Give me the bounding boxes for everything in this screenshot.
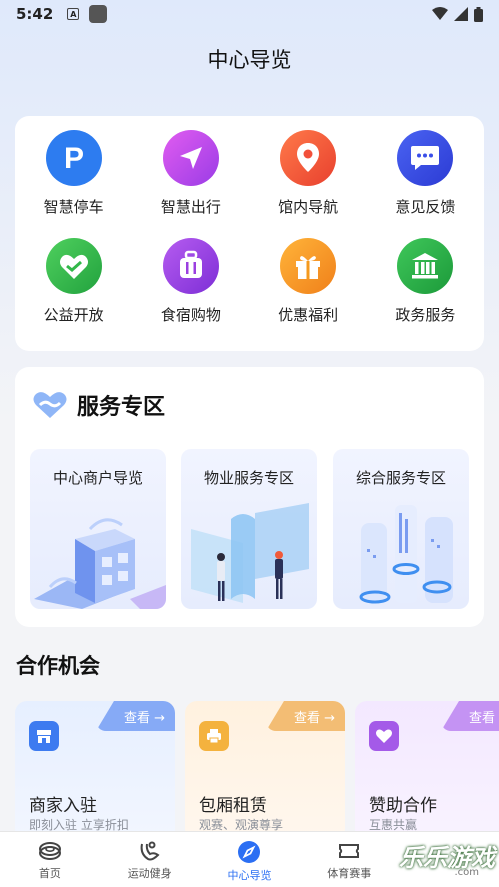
battery-icon: [474, 6, 483, 22]
quick-item-parking[interactable]: P 智慧停车: [15, 130, 132, 238]
tab-label: 体育赛事: [327, 867, 372, 880]
compass-icon: [238, 841, 261, 863]
quick-item-label: 馆内导航: [278, 198, 339, 216]
tab-label: 首页: [38, 867, 61, 880]
quick-item-label: 食宿购物: [160, 306, 221, 324]
tab-fitness[interactable]: 运动健身: [100, 832, 200, 887]
service-zone-card: 服务专区 中心商户导览 物业服务专区 综合服务专区: [15, 367, 484, 627]
heart-handshake-icon: [369, 721, 399, 751]
home-icon: [38, 842, 61, 860]
watermark-sub: .com: [454, 867, 479, 878]
location-pin-icon: [280, 130, 337, 186]
zone-merchant-guide[interactable]: 中心商户导览: [30, 449, 166, 609]
quick-item-government[interactable]: 政务服务: [367, 238, 484, 346]
parking-icon: P: [45, 130, 102, 186]
chat-bubble-icon: [397, 130, 454, 186]
coop-name: 商家入驻: [29, 796, 97, 816]
store-icon: [29, 721, 59, 751]
coop-name: 包厢租赁: [199, 796, 267, 816]
zone-comprehensive-service[interactable]: 综合服务专区: [333, 449, 469, 609]
fitness-icon: [140, 841, 160, 861]
quick-item-shopping[interactable]: 食宿购物: [132, 238, 249, 346]
handshake-heart-icon: [33, 392, 67, 418]
coop-name: 赞助合作: [369, 796, 437, 816]
coop-card-box-rental[interactable]: 查看 → 包厢租赁 观赛、观演尊享: [185, 701, 345, 841]
heart-hands-icon: [45, 238, 102, 294]
quick-item-charity[interactable]: 公益开放: [15, 238, 132, 346]
status-time: 5:42: [16, 5, 54, 23]
view-button[interactable]: 查看 →: [95, 701, 175, 731]
ticket-icon: [339, 844, 360, 858]
svg-text:P: P: [64, 142, 84, 175]
coop-card-sponsorship[interactable]: 查看 赞助合作 互惠共赢: [355, 701, 499, 841]
quick-item-label: 政务服务: [395, 306, 456, 324]
quick-item-welfare[interactable]: 优惠福利: [250, 238, 367, 346]
luggage-icon: [162, 238, 219, 294]
navigation-arrow-icon: [162, 130, 219, 186]
zone-property-service[interactable]: 物业服务专区: [181, 449, 317, 609]
quick-item-label: 智慧出行: [160, 198, 221, 216]
wifi-icon: [432, 7, 448, 20]
printer-icon: [199, 721, 229, 751]
zone-label: 综合服务专区: [355, 469, 446, 487]
view-button[interactable]: 查看: [440, 701, 499, 731]
zone-label: 中心商户导览: [52, 469, 143, 487]
service-zone-header: 服务专区: [31, 389, 165, 421]
view-button[interactable]: 查看 →: [265, 701, 345, 731]
coop-card-merchant[interactable]: 查看 → 商家入驻 即刻入驻 立享折扣: [15, 701, 175, 841]
service-zone-title: 服务专区: [77, 395, 166, 420]
building-illustration: [34, 518, 166, 609]
app-square-icon: [89, 5, 108, 23]
tab-home[interactable]: 首页: [0, 832, 100, 887]
quick-item-label: 公益开放: [43, 306, 104, 324]
government-building-icon: [397, 238, 454, 294]
cooperation-title: 合作机会: [16, 654, 100, 678]
gift-icon: [280, 238, 337, 294]
people-screens-illustration: [191, 503, 309, 603]
watermark-logo: 乐乐游戏: [399, 844, 495, 872]
quick-item-feedback[interactable]: 意见反馈: [367, 130, 484, 238]
page-title: 中心导览: [207, 48, 292, 72]
quick-item-label: 意见反馈: [395, 198, 456, 216]
status-bar: 5:42 A: [0, 0, 499, 28]
a-icon: A: [67, 8, 80, 20]
tab-center-guide[interactable]: 中心导览: [200, 832, 300, 887]
tab-label: 中心导览: [227, 869, 272, 882]
quick-menu-card: P 智慧停车 智慧出行 馆内导航 意见反馈 公益开放 食宿购物 优惠福利 政务服…: [15, 116, 484, 351]
quick-item-label: 优惠福利: [278, 306, 339, 324]
city-towers-illustration: [359, 505, 453, 604]
quick-item-label: 智慧停车: [43, 198, 104, 216]
tab-sports-events[interactable]: 体育赛事: [299, 832, 399, 887]
zone-label: 物业服务专区: [203, 469, 294, 487]
signal-icon: [454, 7, 468, 21]
quick-item-travel[interactable]: 智慧出行: [132, 130, 249, 238]
tab-label: 运动健身: [127, 867, 172, 880]
quick-item-navigation[interactable]: 馆内导航: [250, 130, 367, 238]
